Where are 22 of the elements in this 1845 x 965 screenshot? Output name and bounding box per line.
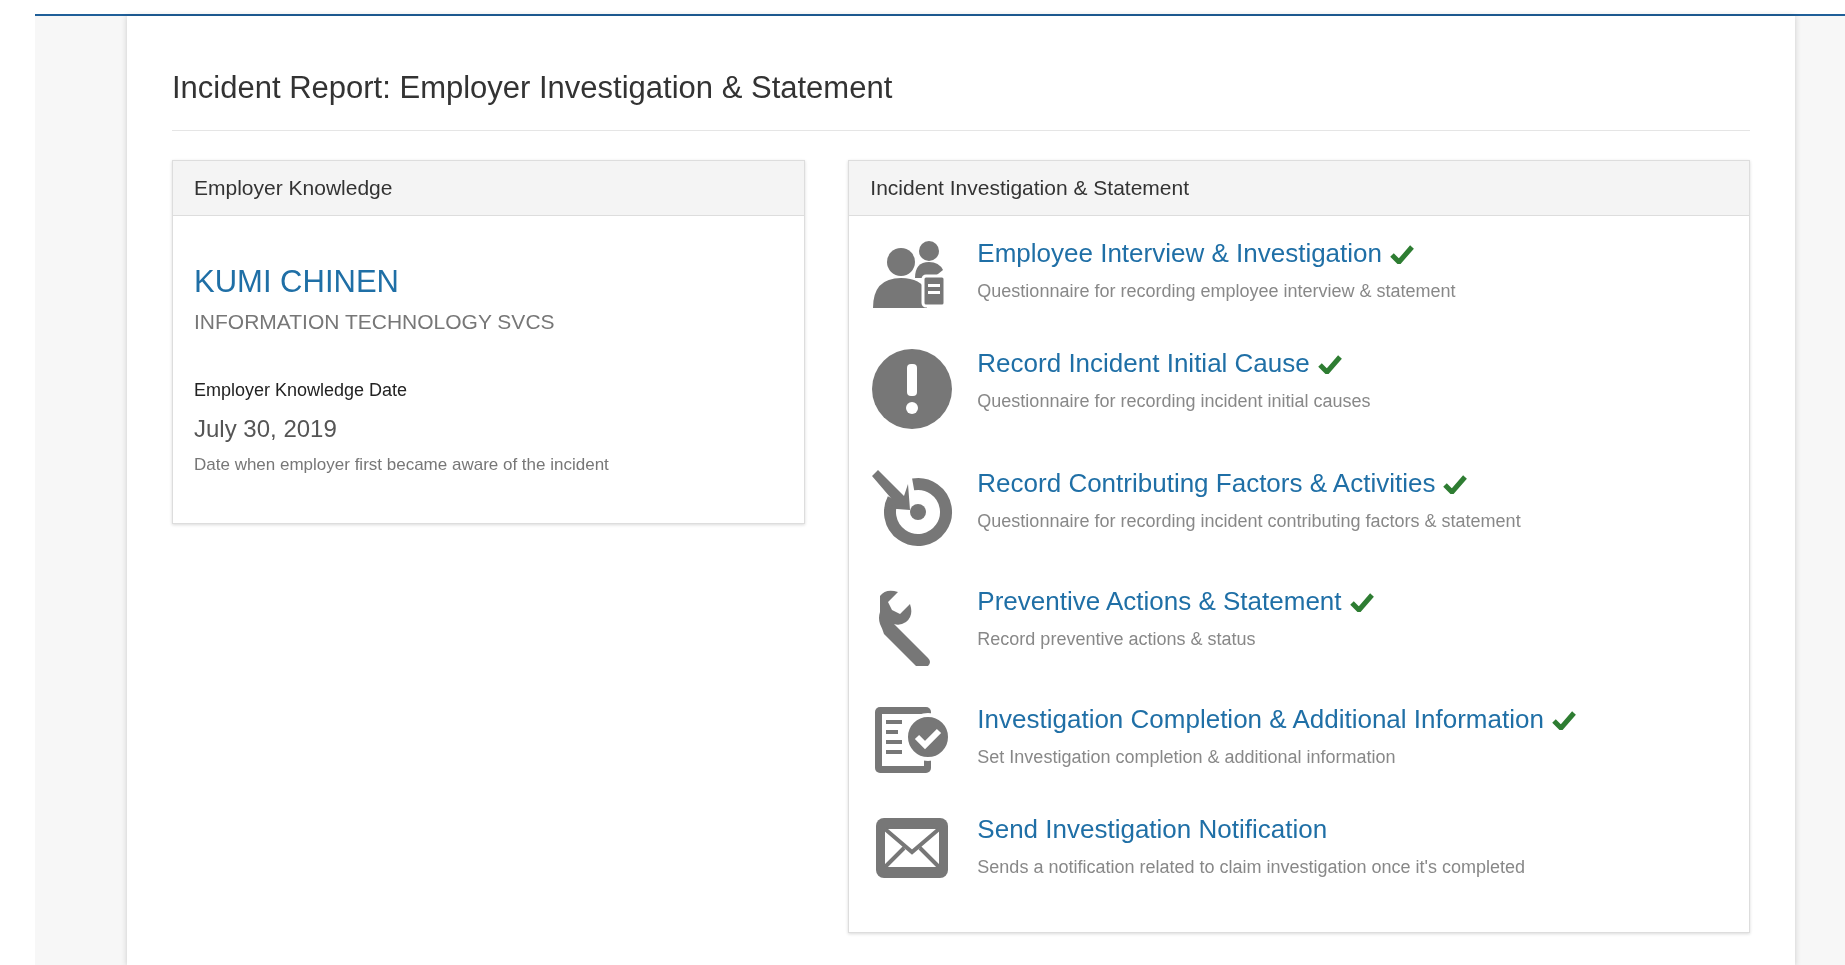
task-link[interactable]: Preventive Actions & Statement xyxy=(977,586,1342,617)
employee-name: KUMI CHINEN xyxy=(194,264,400,300)
panel-header: Incident Investigation & Statement xyxy=(849,161,1749,216)
task-description: Set Investigation completion & additional information xyxy=(977,747,1397,768)
task-link[interactable]: Record Incident Initial Cause xyxy=(977,348,1310,379)
date-value: July 30, 2019 xyxy=(194,415,338,443)
task-link[interactable]: Investigation Completion & Additional Information xyxy=(977,704,1544,735)
page-title: Incident Report: Employer Investigation & Statement xyxy=(172,16,1750,131)
task-description: Sends a notification related to claim investigation once it's completed xyxy=(977,857,1526,878)
task-description: Questionnaire for recording incident contributing factors & statement xyxy=(977,511,1521,532)
task-description: Record preventive actions & status xyxy=(977,629,1257,650)
department: INFORMATION TECHNOLOGY SVCS xyxy=(194,310,556,334)
task-description: Questionnaire for recording incident initial causes xyxy=(977,391,1371,412)
field-help: Date when employer first became aware of the incident xyxy=(194,455,610,475)
task-link[interactable]: Send Investigation Notification xyxy=(977,814,1328,845)
task-link[interactable]: Employee Interview & Investigation xyxy=(977,238,1382,269)
task-description: Questionnaire for recording employee interview & statement xyxy=(977,281,1456,302)
exclamation-circle-icon xyxy=(871,348,954,430)
field-label: Employer Knowledge Date xyxy=(194,380,409,401)
task-link[interactable]: Record Contributing Factors & Activities xyxy=(977,468,1436,499)
arrow-target-icon xyxy=(870,468,955,548)
panel-header: Employer Knowledge xyxy=(173,161,805,216)
